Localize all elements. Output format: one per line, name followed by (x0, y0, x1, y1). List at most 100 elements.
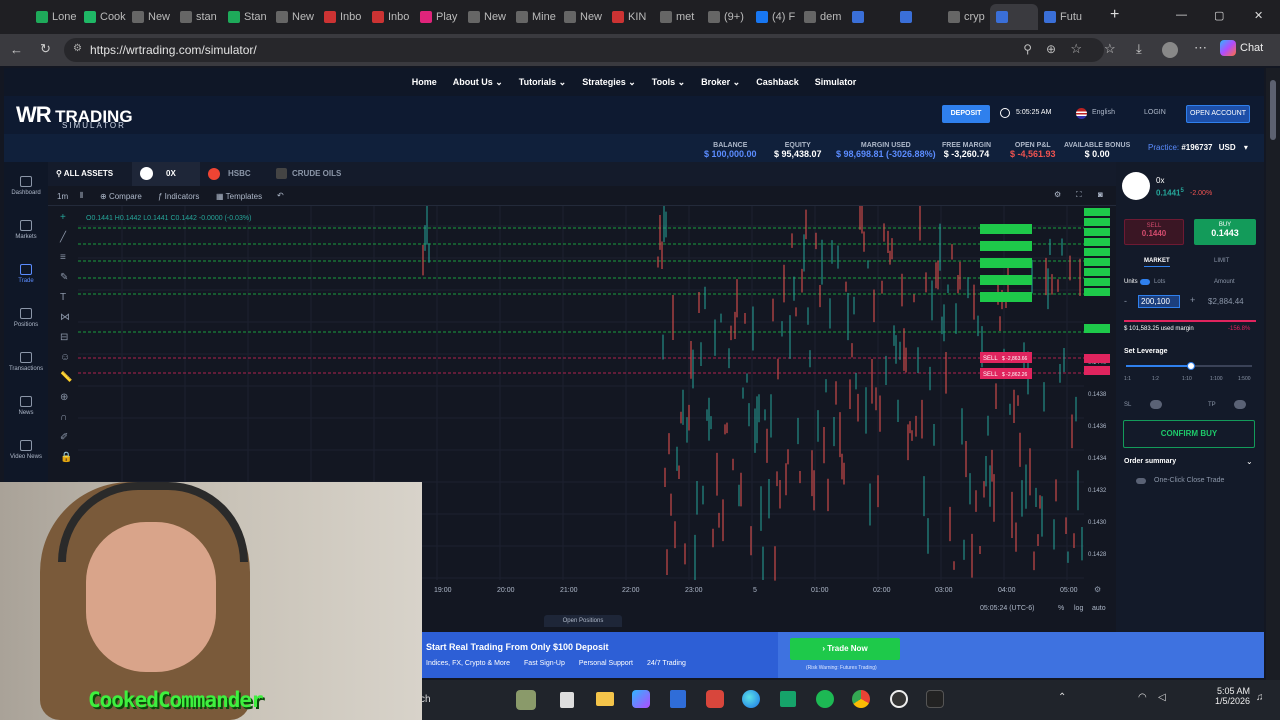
browser-tab[interactable]: New (126, 4, 174, 30)
sl-toggle[interactable] (1150, 400, 1162, 409)
magnet-icon[interactable]: ∩ (60, 412, 67, 423)
nav-item[interactable]: Home (412, 77, 437, 87)
spotify-icon[interactable] (816, 690, 834, 708)
browser-tab[interactable] (846, 4, 894, 30)
asset-tab-hsbc[interactable]: HSBC (206, 162, 268, 186)
chevron-down-icon[interactable]: ⌄ (1246, 457, 1253, 466)
browser-tab[interactable]: Play (414, 4, 462, 30)
maximize-icon[interactable]: ▢ (1214, 9, 1224, 22)
task-view-icon[interactable] (560, 692, 574, 708)
url-field[interactable]: ⚙ https://wrtrading.com/simulator/ ⚲ ⊕ ☆ (64, 38, 1104, 62)
all-assets-tab[interactable]: ⚲ ALL ASSETS (56, 169, 113, 178)
nav-item[interactable]: Broker ⌄ (701, 77, 740, 88)
settings-icon[interactable]: ⚙ (1054, 190, 1061, 199)
sell-button[interactable]: SELL 0.1440 (1124, 219, 1184, 245)
browser-tab[interactable]: Stan (222, 4, 270, 30)
snipping-tool-icon[interactable] (706, 690, 724, 708)
camera-icon[interactable]: ◙ (1098, 190, 1103, 199)
interval-select[interactable]: 1m (57, 192, 68, 201)
amount-value[interactable]: $2,884.44 (1208, 297, 1244, 306)
time-axis-settings-icon[interactable]: ⚙ (1094, 585, 1101, 594)
asset-tab-0x[interactable]: 0X (132, 162, 200, 186)
copilot-app-icon[interactable] (632, 690, 650, 708)
measure-icon[interactable]: ⊟ (60, 332, 68, 343)
edge-icon[interactable] (742, 690, 760, 708)
back-icon[interactable]: ← (10, 42, 23, 57)
profile-avatar[interactable] (1162, 42, 1178, 58)
confirm-buy-button[interactable]: CONFIRM BUY (1123, 420, 1255, 448)
browser-tab[interactable]: New (270, 4, 318, 30)
deposit-button[interactable]: DEPOSIT (942, 105, 990, 123)
extensions-icon[interactable]: ⊕ (1046, 42, 1056, 56)
browser-tab[interactable]: cryp (942, 4, 990, 30)
downloads-icon[interactable]: ⤓ (1136, 41, 1142, 57)
trade-now-button[interactable]: › Trade Now (790, 638, 900, 660)
nav-item[interactable]: Cashback (756, 77, 799, 87)
compare-button[interactable]: ⊕ Compare (100, 192, 142, 201)
login-link[interactable]: LOGIN (1144, 109, 1166, 116)
emoji-icon[interactable]: ☺ (60, 352, 70, 363)
browser-tab[interactable]: Mine (510, 4, 558, 30)
file-explorer-icon[interactable] (596, 692, 614, 706)
sidebar-item[interactable]: News (4, 396, 48, 416)
sidebar-item[interactable]: Video News (4, 440, 48, 460)
ruler-icon[interactable]: 📏 (60, 372, 72, 383)
buy-button[interactable]: BUY 0.1443 (1194, 219, 1256, 245)
browser-tab[interactable] (990, 4, 1038, 30)
tray-chevron-icon[interactable]: ⌃ (1058, 692, 1066, 703)
store-icon[interactable] (780, 691, 796, 707)
leverage-slider[interactable] (1126, 362, 1252, 370)
nav-item[interactable]: Simulator (815, 77, 857, 87)
crosshair-icon[interactable]: + (60, 212, 66, 223)
browser-tab[interactable]: dem (798, 4, 846, 30)
one-click-toggle[interactable] (1136, 478, 1146, 484)
sidebar-item[interactable]: Transactions (4, 352, 48, 372)
reload-icon[interactable]: ↻ (40, 41, 51, 57)
trend-line-icon[interactable]: ╱ (60, 232, 66, 243)
fullscreen-icon[interactable]: ⛶ (1076, 190, 1082, 200)
browser-tab[interactable]: (9+) (702, 4, 750, 30)
units-lots-toggle[interactable] (1140, 279, 1150, 285)
browser-tab[interactable]: Inbo (318, 4, 366, 30)
browser-tab[interactable]: stan (174, 4, 222, 30)
notification-bell-icon[interactable]: ♫ (1256, 692, 1264, 703)
units-decrement[interactable]: - (1124, 296, 1127, 306)
volume-icon[interactable]: ◁ (1158, 692, 1166, 703)
obs-icon[interactable] (890, 690, 908, 708)
sidebar-item[interactable]: Positions (4, 308, 48, 328)
sidebar-item[interactable]: Trade (4, 264, 48, 284)
new-tab-button[interactable]: + (1110, 6, 1119, 24)
browser-tab[interactable]: Lone (30, 4, 78, 30)
nav-item[interactable]: Tutorials ⌄ (519, 77, 566, 88)
pencil-lock-icon[interactable]: ✐ (60, 432, 68, 443)
tp-toggle[interactable] (1234, 400, 1246, 409)
more-icon[interactable]: ⋯ (1194, 40, 1207, 56)
browser-tab[interactable] (894, 4, 942, 30)
close-icon[interactable]: ✕ (1254, 9, 1263, 22)
browser-tab[interactable]: (4) F (750, 4, 798, 30)
brush-icon[interactable]: ✎ (60, 272, 68, 283)
log-toggle[interactable]: log (1074, 605, 1083, 612)
favorites-icon[interactable]: ☆ (1104, 41, 1116, 57)
percent-toggle[interactable]: % (1058, 605, 1064, 612)
sidebar-item[interactable]: Dashboard (4, 176, 48, 196)
limit-tab[interactable]: LIMIT (1214, 258, 1229, 264)
practice-account-select[interactable]: Practice: #196737 USD ▾ (1148, 143, 1248, 152)
browser-tab[interactable]: New (558, 4, 606, 30)
asset-tab-crude-oils[interactable]: CRUDE OILS (274, 162, 364, 186)
minimize-icon[interactable]: — (1176, 9, 1187, 21)
open-account-button[interactable]: OPEN ACCOUNT (1186, 105, 1250, 123)
browser-tab[interactable]: Inbo (366, 4, 414, 30)
nav-item[interactable]: Strategies ⌄ (582, 77, 636, 88)
scrollbar-thumb[interactable] (1270, 80, 1276, 140)
zoom-icon[interactable]: ⚲ (1023, 42, 1032, 56)
undo-icon[interactable]: ↶ (277, 191, 284, 200)
nav-item[interactable]: Tools ⌄ (652, 77, 685, 88)
browser-tab[interactable]: Futu (1038, 4, 1086, 30)
text-icon[interactable]: T (60, 292, 66, 303)
units-input[interactable] (1138, 295, 1180, 308)
page-scrollbar[interactable] (1266, 68, 1280, 680)
lock-icon[interactable]: 🔒 (60, 452, 72, 463)
taskbar-clock[interactable]: 5:05 AM 1/5/2026 (1202, 686, 1250, 706)
templates-button[interactable]: ▦ Templates (216, 192, 262, 201)
